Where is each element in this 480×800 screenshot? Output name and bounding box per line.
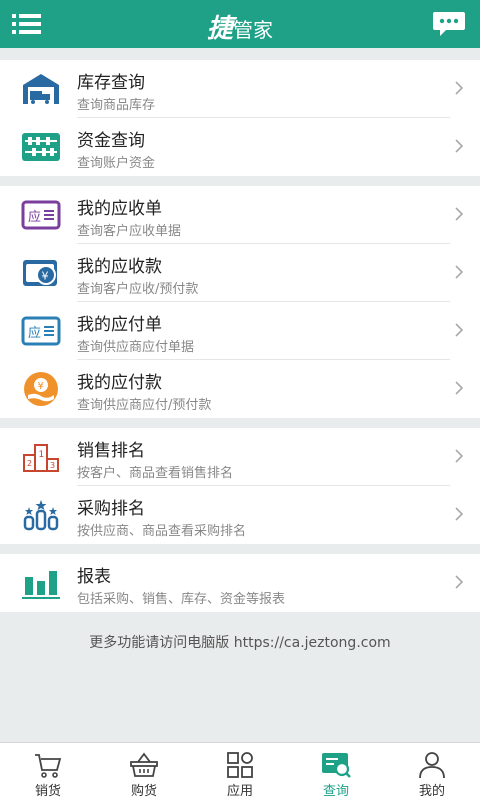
row-subtitle: 按客户、商品查看销售排名 — [77, 466, 234, 481]
payable-money-icon: ¥ — [24, 372, 58, 406]
row-title: 销售排名 — [77, 441, 145, 461]
apps-icon — [227, 752, 253, 778]
app-logo: 捷管家 — [0, 8, 480, 45]
row-subtitle: 查询客户应收/预付款 — [77, 282, 199, 297]
payable-bill-icon: 应 — [21, 316, 61, 346]
row-reports[interactable]: 报表 包括采购、销售、库存、资金等报表 — [0, 554, 480, 612]
chevron-right-icon — [455, 323, 464, 337]
row-my-receivable-money[interactable]: ¥ 我的应收款 查询客户应收/预付款 — [0, 244, 480, 302]
row-subtitle: 按供应商、商品查看采购排名 — [77, 524, 247, 539]
logo-main: 捷 — [206, 14, 233, 44]
svg-text:2: 2 — [27, 459, 32, 468]
chevron-right-icon — [455, 81, 464, 95]
row-title: 采购排名 — [77, 499, 145, 519]
row-title: 库存查询 — [77, 73, 145, 93]
row-inventory-query[interactable]: 库存查询 查询商品库存 — [0, 60, 480, 118]
group-reports: 报表 包括采购、销售、库存、资金等报表 — [0, 554, 480, 612]
ranking-icon — [23, 500, 59, 531]
cart-icon — [35, 754, 62, 778]
row-subtitle: 查询商品库存 — [77, 98, 156, 113]
group-receivable-payable: 应 我的应收单 查询客户应收单据 ¥ 我的应收款 查询客户应收/预付款 应 我的… — [0, 186, 480, 418]
chevron-right-icon — [455, 449, 464, 463]
chat-icon[interactable] — [432, 10, 466, 38]
basket-icon — [130, 752, 158, 777]
group-ranking: 1 2 3 销售排名 按客户、商品查看销售排名 采购排名 按供应商、商品查看采购… — [0, 428, 480, 544]
row-funds-query[interactable]: 资金查询 查询账户资金 — [0, 118, 480, 176]
chevron-right-icon — [455, 265, 464, 279]
svg-text:3: 3 — [50, 461, 55, 470]
warehouse-icon — [23, 74, 59, 104]
chevron-right-icon — [455, 381, 464, 395]
tab-query[interactable]: 查询 — [288, 743, 384, 800]
receivable-bill-icon: 应 — [21, 200, 61, 230]
bottom-tab-bar: 销货 购货 应用 查询 我的 — [0, 742, 480, 800]
tab-purchase[interactable]: 购货 — [96, 743, 192, 800]
chevron-right-icon — [455, 575, 464, 589]
row-my-receivable-bills[interactable]: 应 我的应收单 查询客户应收单据 — [0, 186, 480, 244]
row-title: 报表 — [77, 567, 111, 587]
tab-label: 应用 — [226, 784, 253, 799]
row-sales-ranking[interactable]: 1 2 3 销售排名 按客户、商品查看销售排名 — [0, 428, 480, 486]
tab-me[interactable]: 我的 — [384, 743, 480, 800]
row-subtitle: 查询账户资金 — [77, 156, 156, 171]
svg-text:¥: ¥ — [42, 270, 49, 283]
row-my-payable-money[interactable]: ¥ 我的应付款 查询供应商应付/预付款 — [0, 360, 480, 418]
row-my-payable-bills[interactable]: 应 我的应付单 查询供应商应付单据 — [0, 302, 480, 360]
chevron-right-icon — [455, 207, 464, 221]
row-subtitle: 查询客户应收单据 — [77, 224, 182, 239]
row-title: 资金查询 — [77, 131, 145, 151]
svg-text:应: 应 — [28, 325, 41, 341]
row-subtitle: 查询供应商应付/预付款 — [77, 398, 212, 413]
query-icon — [322, 753, 351, 778]
tab-label: 查询 — [322, 784, 349, 799]
row-subtitle: 查询供应商应付单据 — [77, 340, 195, 355]
footer-note: 更多功能请访问电脑版 https://ca.jeztong.com — [89, 635, 391, 651]
logo-sub: 管家 — [233, 18, 273, 42]
chevron-right-icon — [455, 139, 464, 153]
user-icon — [419, 752, 445, 779]
receivable-money-icon: ¥ — [23, 260, 57, 286]
podium-icon: 1 2 3 — [23, 444, 59, 472]
row-subtitle: 包括采购、销售、库存、资金等报表 — [77, 592, 286, 607]
bar-chart-icon — [22, 571, 60, 599]
app-header: 捷管家 — [0, 0, 480, 48]
chevron-right-icon — [455, 507, 464, 521]
tab-label: 销货 — [34, 784, 61, 799]
tab-sales[interactable]: 销货 — [0, 743, 96, 800]
tab-apps[interactable]: 应用 — [192, 743, 288, 800]
svg-text:应: 应 — [28, 209, 41, 225]
row-purchase-ranking[interactable]: 采购排名 按供应商、商品查看采购排名 — [0, 486, 480, 544]
tab-label: 购货 — [130, 784, 157, 799]
row-title: 我的应收款 — [77, 257, 162, 277]
row-title: 我的应付单 — [77, 315, 162, 335]
group-inventory: 库存查询 查询商品库存 资金查询 查询账户资金 — [0, 60, 480, 176]
tab-label: 我的 — [418, 784, 445, 799]
svg-text:1: 1 — [39, 450, 45, 460]
abacus-icon — [22, 133, 60, 161]
svg-text:¥: ¥ — [38, 381, 44, 392]
row-title: 我的应收单 — [77, 199, 162, 219]
row-title: 我的应付款 — [77, 373, 162, 393]
